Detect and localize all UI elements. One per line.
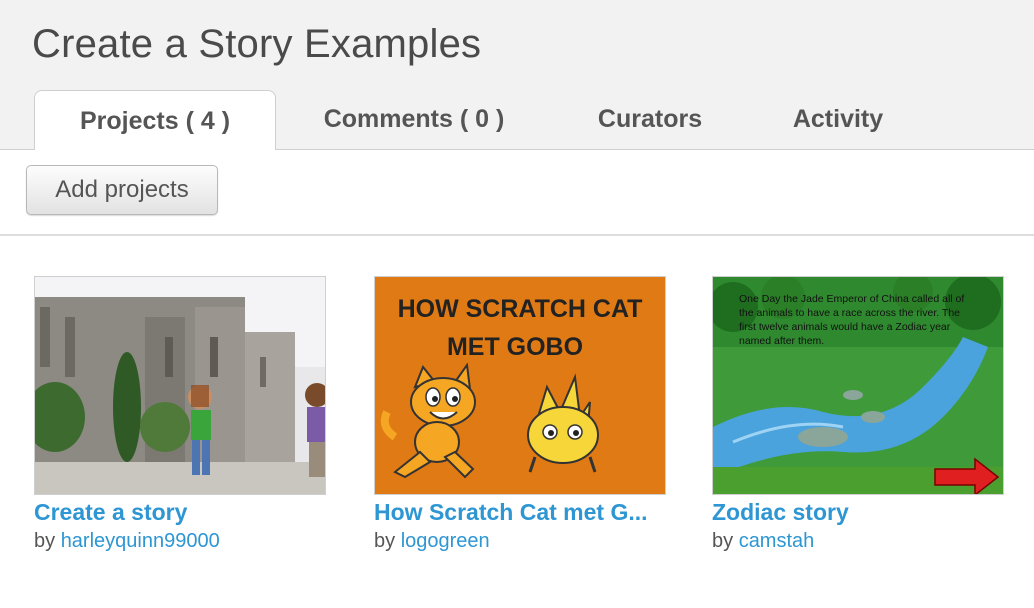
tab-projects[interactable]: Projects ( 4 ) bbox=[34, 90, 276, 151]
tab-comments[interactable]: Comments ( 0 ) bbox=[300, 90, 528, 149]
project-title-link[interactable]: Zodiac story bbox=[712, 499, 1004, 526]
toolbar: Add projects bbox=[0, 150, 1034, 236]
gallery-header: Create a Story Examples Projects ( 4 ) C… bbox=[0, 0, 1034, 151]
tab-activity-label: Activity bbox=[792, 105, 884, 133]
by-label: by bbox=[712, 530, 734, 552]
scratch-cat-gobo-image: HOW SCRATCH CAT MET GOBO bbox=[375, 277, 665, 494]
tab-curators[interactable]: Curators bbox=[570, 90, 730, 149]
tab-comments-label: Comments ( 0 ) bbox=[323, 105, 505, 133]
tab-projects-label: Projects ( 4 ) bbox=[79, 106, 231, 135]
river-scene-image: One Day the Jade Emperor of China called… bbox=[713, 277, 1003, 494]
author-link[interactable]: logogreen bbox=[401, 530, 490, 552]
project-author-line: by logogreen bbox=[374, 530, 666, 553]
thumb-text-line-2: MET GOBO bbox=[447, 333, 583, 361]
project-card: One Day the Jade Emperor of China called… bbox=[712, 276, 1004, 553]
author-link[interactable]: harleyquinn99000 bbox=[61, 530, 220, 552]
by-label: by bbox=[34, 530, 56, 552]
castle-scene-image bbox=[35, 277, 325, 494]
project-thumbnail-zodiac-story[interactable]: One Day the Jade Emperor of China called… bbox=[712, 276, 1004, 495]
project-thumbnail-create-a-story[interactable] bbox=[34, 276, 326, 495]
tab-activity[interactable]: Activity bbox=[768, 90, 908, 149]
page-title: Create a Story Examples bbox=[32, 22, 482, 66]
author-link[interactable]: camstah bbox=[739, 530, 815, 552]
project-title-link[interactable]: How Scratch Cat met G... bbox=[374, 499, 666, 526]
project-title-link[interactable]: Create a story bbox=[34, 499, 326, 526]
project-card: HOW SCRATCH CAT MET GOBO How Scratch Cat… bbox=[374, 276, 666, 553]
project-thumbnail-scratch-cat[interactable]: HOW SCRATCH CAT MET GOBO bbox=[374, 276, 666, 495]
project-author-line: by harleyquinn99000 bbox=[34, 530, 326, 553]
tab-curators-label: Curators bbox=[597, 105, 703, 133]
by-label: by bbox=[374, 530, 396, 552]
thumb-text-line-1: HOW SCRATCH CAT bbox=[398, 295, 643, 323]
add-projects-button[interactable]: Add projects bbox=[26, 165, 218, 215]
project-card: Create a story by harleyquinn99000 bbox=[34, 276, 326, 553]
project-author-line: by camstah bbox=[712, 530, 1004, 553]
